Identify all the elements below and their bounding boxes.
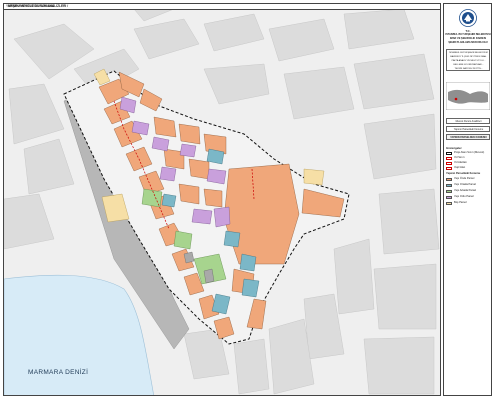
- project-info-box: İSTANBUL BÜYÜKŞEHİR BELEDİYESİ BAKIRKÖY …: [446, 49, 490, 71]
- legend-swatch: [446, 189, 452, 193]
- legend-row-boundary: Proje Alanı Sınırı (Mevcut): [446, 151, 491, 155]
- legend-label: Boş Parsel: [454, 201, 467, 204]
- legend-swatch: [446, 195, 452, 199]
- legend-swatch: [446, 201, 452, 205]
- legend-label: Yol Sınırı: [454, 156, 465, 159]
- section-title-box: YAPININ PARSELDEKİ KONUMU: [446, 134, 490, 140]
- legend-label: Yapı Önde Parsel: [454, 177, 475, 180]
- legend-label: Proje Alanı Sınırı (Mevcut): [454, 151, 485, 154]
- legend-row-green: Yeşil Alan: [446, 166, 491, 170]
- legend-label: Yapı Ortada Parsel: [454, 183, 476, 186]
- legend-row-empty: Boş Parsel: [446, 201, 491, 205]
- legend-label: Yol Alanları: [454, 161, 467, 164]
- legend-title: Göstergeler: [446, 146, 462, 150]
- sea-label: MARMARA DENİZİ: [28, 369, 89, 376]
- map-title: MEŞRÜ MEVCUT DURUM ANALİZLERİ /: [8, 4, 69, 8]
- legend-row-front: Yapı Önde Parsel: [446, 177, 491, 181]
- legend-row-roads: Yol Alanları: [446, 161, 491, 165]
- legend-label: Yapı Ordu Parsel: [454, 195, 474, 198]
- map-header: MEŞRÜ MEVCUT DURUM ANALİZLERİ / YAPININ …: [3, 3, 441, 10]
- section-b: Yapının Parseldeki Konumu: [453, 128, 484, 131]
- legend-swatch: [446, 156, 452, 160]
- legend-swatch: [446, 161, 452, 165]
- legend-swatch: [446, 177, 452, 181]
- section-a-box: Mevcut Durum Analizleri: [446, 118, 490, 124]
- org-line-3: ŞEHİR PLANLAMA MÜDÜRLÜĞÜ: [448, 41, 488, 44]
- parcel-legend-title: Yapının Parseldeki Konumu: [446, 172, 481, 175]
- legend-row-back: Yapı Arkada Parsel: [446, 189, 491, 193]
- legend-swatch: [446, 166, 452, 170]
- location-minimap: [446, 82, 490, 110]
- map-sheet: MARMARA DENİZİ MEŞRÜ MEVCUT DURUM ANALİZ…: [0, 0, 495, 400]
- legend-swatch: [446, 151, 452, 155]
- section-b-box: Yapının Parseldeki Konumu: [446, 126, 490, 132]
- municipality-logo-icon: [459, 9, 477, 27]
- legend-swatch: [446, 183, 452, 187]
- legend-row-road-limit: Yol Sınırı: [446, 156, 491, 160]
- section-a: Mevcut Durum Analizleri: [455, 120, 482, 123]
- map-canvas[interactable]: [4, 9, 441, 396]
- project-line-4: TEKNİK RAPORU ZEYTİN...: [454, 68, 483, 70]
- legend-row-corner: Yapı Ordu Parsel: [446, 195, 491, 199]
- map-frame[interactable]: MARMARA DENİZİ: [3, 8, 441, 396]
- legend-label: Yeşil Alan: [454, 166, 466, 169]
- section-title: YAPININ PARSELDEKİ KONUMU: [450, 136, 487, 139]
- legend-row-middle: Yapı Ortada Parsel: [446, 183, 491, 187]
- legend-label: Yapı Arkada Parsel: [454, 189, 477, 192]
- legend-panel: T.C. İSTANBUL BÜYÜKŞEHİR BELEDİYESİ İMAR…: [443, 3, 492, 396]
